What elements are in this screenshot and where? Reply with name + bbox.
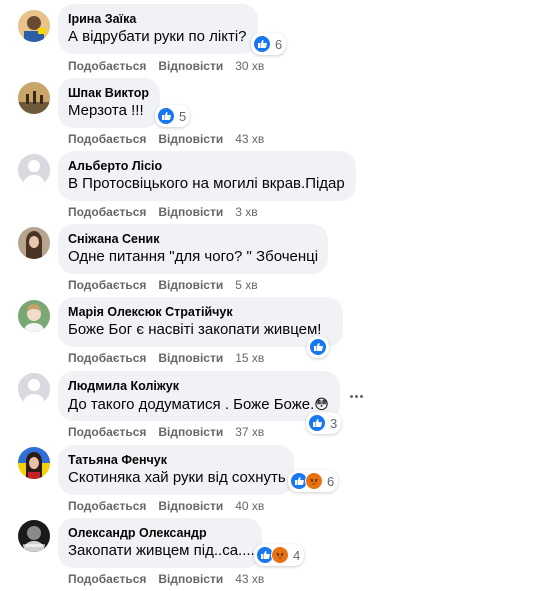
reaction-count: 4 bbox=[293, 547, 301, 563]
reaction-count: 6 bbox=[275, 36, 283, 52]
avatar[interactable] bbox=[18, 300, 50, 332]
comment-time[interactable]: 5 хв bbox=[235, 278, 257, 292]
reaction-summary[interactable]: 6 bbox=[288, 470, 339, 492]
like-button[interactable]: Подобається bbox=[68, 572, 146, 586]
like-button[interactable]: Подобається bbox=[68, 425, 146, 439]
comment-author[interactable]: Ірина Заїка bbox=[68, 11, 246, 27]
comment-actions: Подобається Відповісти 37 хв bbox=[68, 424, 264, 440]
comment-author[interactable]: Татьяна Фенчук bbox=[68, 452, 282, 468]
comment-actions: Подобається Відповісти 3 хв bbox=[68, 204, 258, 220]
avatar[interactable] bbox=[18, 154, 50, 186]
flushed-face-emoji: 😳 bbox=[314, 396, 329, 412]
reaction-count: 5 bbox=[179, 108, 187, 124]
reply-button[interactable]: Відповісти bbox=[158, 351, 223, 365]
more-options-icon[interactable] bbox=[346, 386, 366, 406]
comment-author[interactable]: Олександр Олександр bbox=[68, 525, 250, 541]
comment-bubble: Людмила Коліжук До такого додуматися . Б… bbox=[58, 371, 340, 421]
comment-time[interactable]: 43 хв bbox=[235, 132, 264, 146]
comment-bubble: Татьяна Фенчук Скотиняка хай руки від со… bbox=[58, 445, 294, 495]
comment-bubble: Сніжана Сеник Одне питання "для чого? " … bbox=[58, 224, 328, 274]
comment-time[interactable]: 43 хв bbox=[235, 572, 264, 586]
avatar[interactable] bbox=[18, 227, 50, 259]
like-icon bbox=[253, 35, 271, 53]
reaction-summary[interactable] bbox=[307, 336, 329, 358]
comment-time[interactable]: 15 хв bbox=[235, 351, 264, 365]
comment-bubble: Олександр Олександр Закопати живцем під.… bbox=[58, 518, 262, 568]
comment-author[interactable]: Шпак Виктор bbox=[68, 85, 149, 101]
comment-text: Мерзота !!! bbox=[68, 102, 144, 119]
reply-button[interactable]: Відповісти bbox=[158, 572, 223, 586]
comment-actions: Подобається Відповісти 30 хв bbox=[68, 58, 264, 74]
avatar[interactable] bbox=[18, 447, 50, 479]
comment-text: В Протосвіцького на могилі вкрав.Підар bbox=[68, 175, 345, 192]
comment-text-body: До такого додуматися . Боже Боже. bbox=[68, 396, 315, 413]
comment-actions: Подобається Відповісти 40 хв bbox=[68, 498, 264, 514]
comment-text: Одне питання "для чого? " Збоченці bbox=[68, 248, 319, 265]
comment-actions: Подобається Відповісти 5 хв bbox=[68, 277, 258, 293]
reply-button[interactable]: Відповісти bbox=[158, 499, 223, 513]
like-button[interactable]: Подобається bbox=[68, 205, 146, 219]
comment-text: Боже Бог є насвіті закопати живцем! bbox=[68, 321, 322, 338]
angry-icon bbox=[271, 546, 289, 564]
avatar[interactable] bbox=[18, 520, 50, 552]
reply-button[interactable]: Відповісти bbox=[158, 132, 223, 146]
like-button[interactable]: Подобається bbox=[68, 499, 146, 513]
avatar[interactable] bbox=[18, 82, 50, 114]
reaction-summary[interactable]: 6 bbox=[251, 33, 287, 55]
like-button[interactable]: Подобається bbox=[68, 132, 146, 146]
avatar[interactable] bbox=[18, 373, 50, 405]
like-icon bbox=[309, 338, 327, 356]
reaction-count: 6 bbox=[327, 473, 335, 489]
comment-text: До такого додуматися . Боже Боже.😳 bbox=[68, 394, 329, 415]
comment-author[interactable]: Альберто Лісіо bbox=[68, 158, 344, 174]
comment-author[interactable]: Сніжана Сеник bbox=[68, 231, 316, 247]
like-button[interactable]: Подобається bbox=[68, 59, 146, 73]
comment-text: Скотиняка хай руки від сохнуть bbox=[68, 469, 286, 486]
reaction-summary[interactable]: 4 bbox=[254, 544, 305, 566]
like-icon bbox=[308, 414, 326, 432]
comment-bubble: Альберто Лісіо В Протосвіцького на могил… bbox=[58, 151, 356, 201]
comment-author[interactable]: Марія Олексюк Стратійчук bbox=[68, 304, 331, 320]
comment-text: Закопати живцем під..са.... bbox=[68, 542, 255, 559]
comment-text: А відрубати руки по лікті? bbox=[68, 28, 247, 45]
reply-button[interactable]: Відповісти bbox=[158, 205, 223, 219]
like-button[interactable]: Подобається bbox=[68, 351, 146, 365]
reply-button[interactable]: Відповісти bbox=[158, 278, 223, 292]
comment-bubble: Марія Олексюк Стратійчук Боже Бог є насв… bbox=[58, 297, 343, 347]
avatar[interactable] bbox=[18, 10, 50, 42]
reply-button[interactable]: Відповісти bbox=[158, 425, 223, 439]
reaction-count: 3 bbox=[330, 415, 338, 431]
comment-author[interactable]: Людмила Коліжук bbox=[68, 378, 328, 394]
comment-actions: Подобається Відповісти 15 хв bbox=[68, 350, 264, 366]
comment-time[interactable]: 30 хв bbox=[235, 59, 264, 73]
comment-actions: Подобається Відповісти 43 хв bbox=[68, 571, 264, 587]
comment-actions: Подобається Відповісти 43 хв bbox=[68, 131, 264, 147]
reaction-summary[interactable]: 5 bbox=[155, 105, 191, 127]
like-button[interactable]: Подобається bbox=[68, 278, 146, 292]
comment-bubble: Ірина Заїка А відрубати руки по лікті? bbox=[58, 4, 258, 54]
comment-time[interactable]: 3 хв bbox=[235, 205, 257, 219]
comment-time[interactable]: 37 хв bbox=[235, 425, 264, 439]
comment-time[interactable]: 40 хв bbox=[235, 499, 264, 513]
reply-button[interactable]: Відповісти bbox=[158, 59, 223, 73]
like-icon bbox=[157, 107, 175, 125]
reaction-summary[interactable]: 3 bbox=[306, 412, 342, 434]
angry-icon bbox=[305, 472, 323, 490]
comment-bubble: Шпак Виктор Мерзота !!! bbox=[58, 78, 160, 128]
